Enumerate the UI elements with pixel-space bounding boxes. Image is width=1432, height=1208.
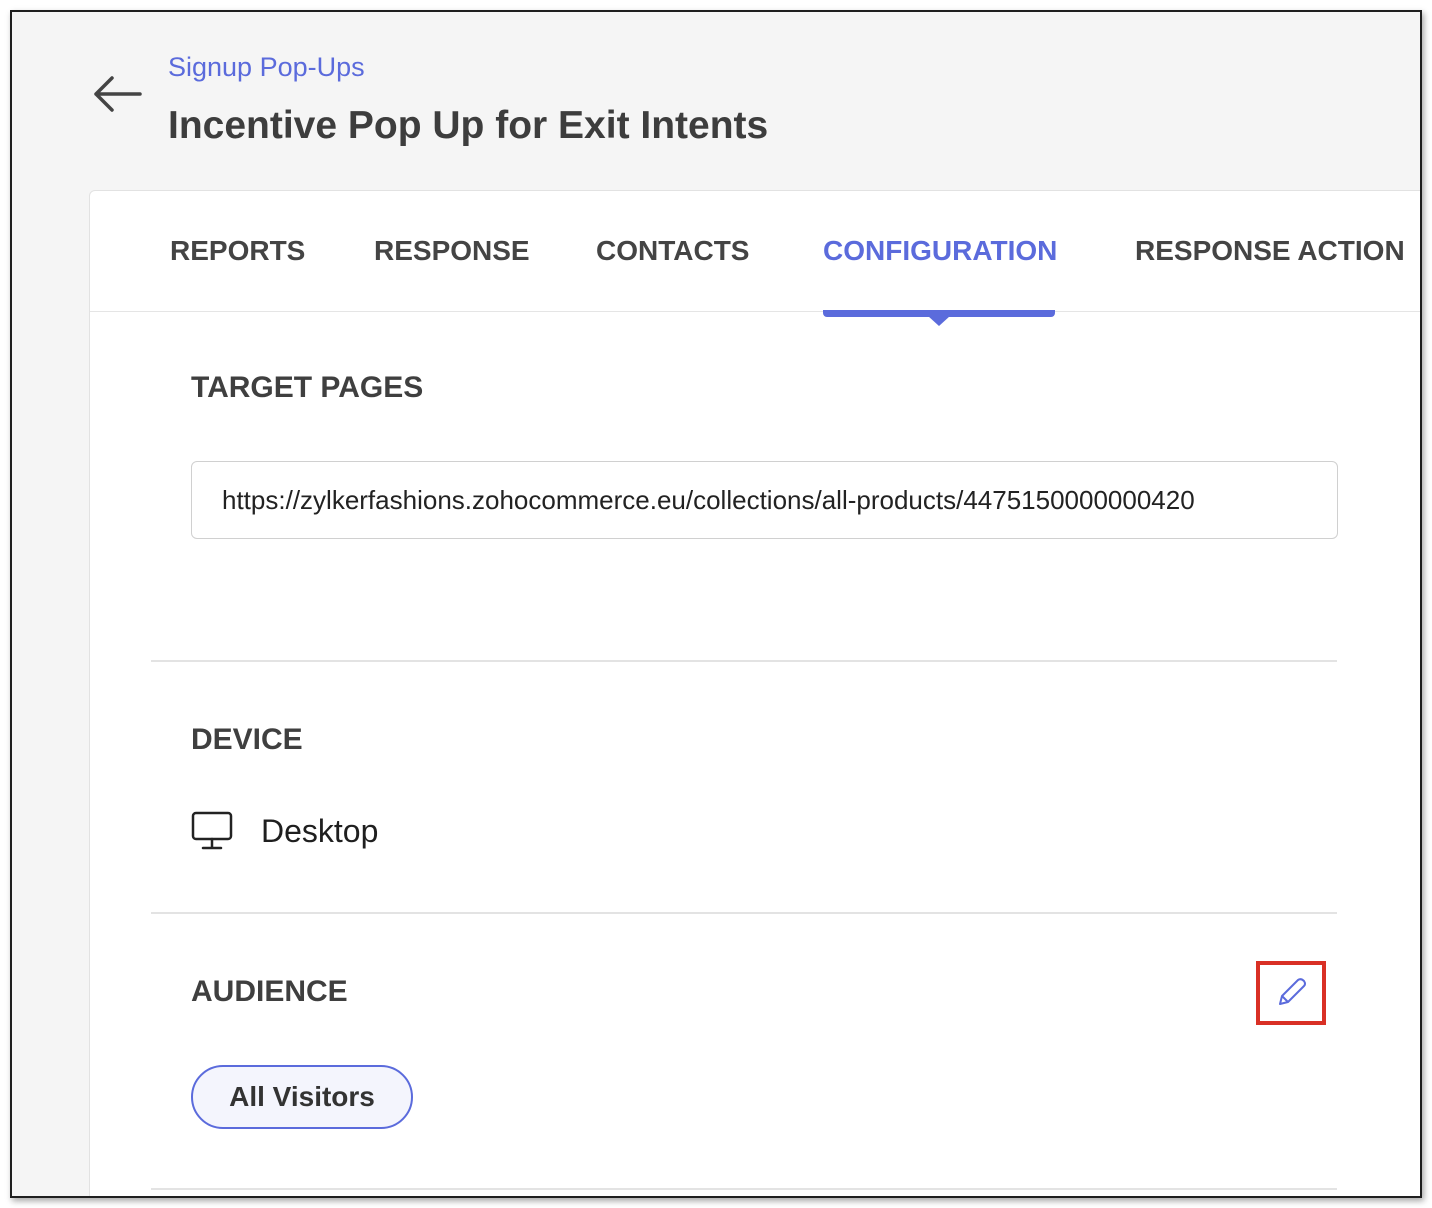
tab-configuration[interactable]: CONFIGURATION: [823, 235, 1057, 267]
device-label: Desktop: [261, 812, 379, 849]
audience-chip[interactable]: All Visitors: [191, 1065, 413, 1129]
target-pages-heading: TARGET PAGES: [191, 371, 424, 404]
tab-bar: REPORTS RESPONSE CONTACTS CONFIGURATION …: [90, 191, 1420, 312]
divider: [151, 912, 1337, 914]
tab-contacts[interactable]: CONTACTS: [596, 235, 749, 267]
active-tab-caret: [928, 316, 950, 326]
tab-reports[interactable]: REPORTS: [170, 235, 305, 267]
breadcrumb-link[interactable]: Signup Pop-Ups: [168, 52, 365, 83]
pencil-icon: [1279, 978, 1306, 1005]
tab-response[interactable]: RESPONSE: [374, 235, 530, 267]
desktop-icon: [191, 811, 233, 850]
device-heading: DEVICE: [191, 723, 303, 756]
tab-response-action[interactable]: RESPONSE ACTION: [1135, 235, 1405, 267]
audience-heading: AUDIENCE: [191, 975, 348, 1008]
device-item: Desktop: [191, 811, 378, 851]
content-card: REPORTS RESPONSE CONTACTS CONFIGURATION …: [89, 190, 1420, 1196]
target-page-url-field[interactable]: [191, 461, 1338, 539]
page-title: Incentive Pop Up for Exit Intents: [168, 104, 769, 147]
divider: [151, 1188, 1337, 1190]
edit-audience-button[interactable]: [1256, 961, 1326, 1025]
app-window: Signup Pop-Ups Incentive Pop Up for Exit…: [10, 10, 1422, 1198]
back-arrow-icon[interactable]: [90, 74, 146, 114]
divider: [151, 660, 1337, 662]
